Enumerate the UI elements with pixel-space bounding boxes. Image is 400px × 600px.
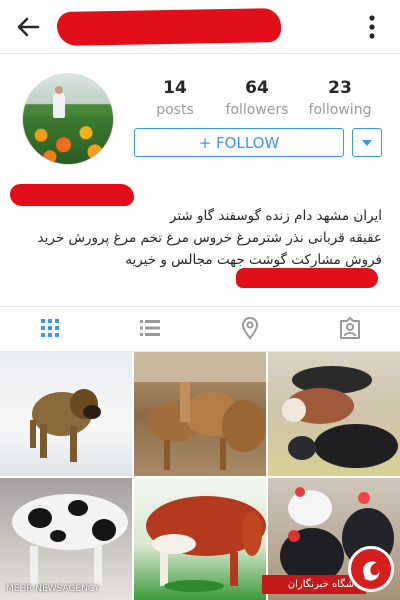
triangle-down-icon <box>362 140 372 146</box>
photo-hereford[interactable] <box>134 478 266 600</box>
stat-following-label: following <box>308 102 372 118</box>
photo-dog[interactable] <box>0 352 132 476</box>
arrow-left-icon[interactable] <box>14 13 42 41</box>
stat-followers-label: followers <box>225 102 289 118</box>
cows-image <box>282 366 398 468</box>
photo-camels[interactable] <box>134 352 266 476</box>
bio-link-redacted[interactable] <box>236 268 378 288</box>
stat-following[interactable]: 23 following <box>295 78 385 118</box>
bio: ایران مشهد دام زنده گوسفند گاو شتر عقیقه… <box>12 205 382 271</box>
avatar-head <box>55 86 63 94</box>
vertical-dots-icon[interactable] <box>364 14 380 40</box>
camels-image <box>134 352 266 470</box>
stat-posts[interactable]: 14 posts <box>130 78 220 118</box>
stat-posts-label: posts <box>156 102 194 118</box>
list-icon[interactable] <box>137 315 163 341</box>
hereford-image <box>146 496 266 592</box>
username-redacted <box>56 8 282 46</box>
holstein-image <box>12 494 128 586</box>
stat-followers-value: 64 <box>245 78 269 98</box>
location-pin-icon[interactable] <box>237 315 263 341</box>
follow-button[interactable]: + FOLLOW <box>134 128 344 157</box>
suggestions-dropdown-button[interactable] <box>352 128 382 157</box>
bio-line-2: عقیقه قربانی نذر شترمرغ خروس مرغ تخم مرغ… <box>37 230 382 246</box>
stat-following-value: 23 <box>328 78 352 98</box>
avatar[interactable] <box>22 73 114 165</box>
badge-logo-icon <box>348 546 394 592</box>
grid-icon[interactable] <box>37 315 63 341</box>
photo-cows[interactable] <box>268 352 400 476</box>
stat-posts-value: 14 <box>163 78 187 98</box>
dog-image <box>30 389 101 462</box>
news-agency-watermark: MEHR NEWSAGENCY <box>6 584 100 594</box>
top-bar <box>0 0 400 54</box>
avatar-flowers <box>23 116 113 164</box>
stat-followers[interactable]: 64 followers <box>212 78 302 118</box>
tagged-person-icon[interactable] <box>337 315 363 341</box>
avatar-person <box>53 92 65 118</box>
full-name-redacted <box>10 184 134 206</box>
club-badge: باشگاه خبرنگاران <box>262 544 398 596</box>
photo-holstein[interactable] <box>0 478 132 600</box>
bio-line-1: ایران مشهد دام زنده گوسفند گاو شتر <box>169 208 382 224</box>
profile-tabs <box>0 306 400 352</box>
